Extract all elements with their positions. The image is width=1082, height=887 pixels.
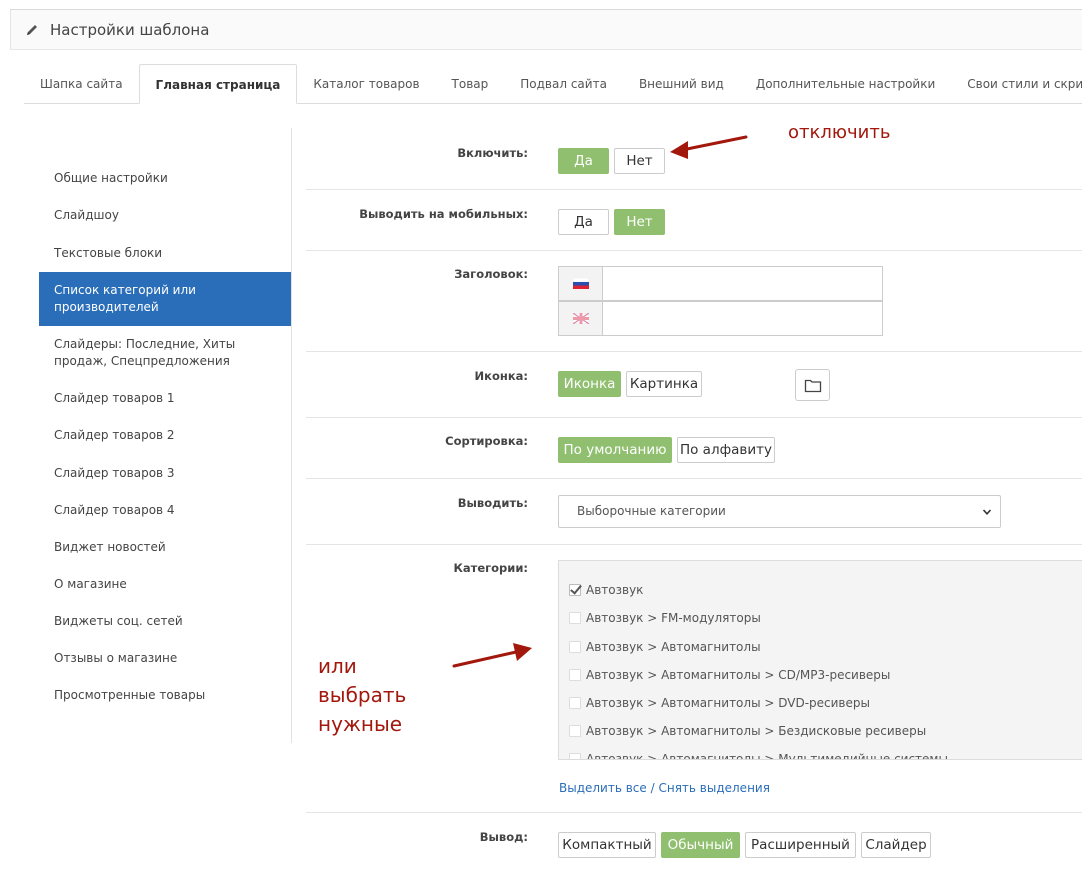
divider [306, 189, 1082, 190]
chevron-down-icon [982, 509, 992, 515]
category-item[interactable]: Автозвук > Автомагнитолы > CD/MP3-ресиве… [569, 668, 890, 682]
sidebar-item-product-slider-2[interactable]: Слайдер товаров 2 [39, 417, 291, 454]
sidebar-item-product-slider-3[interactable]: Слайдер товаров 3 [39, 454, 291, 492]
sidebar-item-category-list[interactable]: Список категорий или производителей [39, 272, 291, 326]
sidebar-item-text-blocks[interactable]: Текстовые блоки [39, 234, 291, 272]
display-label: Выводить: [457, 496, 528, 510]
folder-icon [804, 379, 821, 392]
view-label: Вывод: [479, 830, 528, 844]
folder-browse-button[interactable] [795, 369, 830, 401]
checkbox[interactable] [569, 697, 581, 709]
page-title: Настройки шаблона [50, 20, 210, 39]
view-normal-button[interactable]: Обычный [661, 832, 740, 858]
tab-footer[interactable]: Подвал сайта [504, 65, 623, 103]
sidebar-item-product-slider-4[interactable]: Слайдер товаров 4 [39, 492, 291, 529]
mobile-yes-button[interactable]: Да [558, 209, 609, 235]
categories-list[interactable]: Автозвук Автозвук > FM-модуляторы Автозв… [558, 560, 1082, 760]
view-slider-button[interactable]: Слайдер [861, 832, 931, 858]
checkbox[interactable] [569, 641, 581, 653]
tab-catalog[interactable]: Каталог товаров [297, 65, 435, 103]
sidebar: Общие настройки Слайдшоу Текстовые блоки… [39, 160, 291, 714]
annotation-arrow-icon [452, 643, 532, 668]
tab-appearance[interactable]: Внешний вид [623, 65, 740, 103]
sort-default-button[interactable]: По умолчанию [558, 437, 672, 463]
tab-site-header[interactable]: Шапка сайта [24, 65, 139, 103]
icon-label: Иконка: [474, 369, 528, 383]
checkbox[interactable] [569, 753, 581, 759]
select-all-link[interactable]: Выделить все [559, 781, 647, 795]
sidebar-item-store-reviews[interactable]: Отзывы о магазине [39, 640, 291, 677]
sidebar-item-sliders[interactable]: Слайдеры: Последние, Хиты продаж, Спецпр… [39, 326, 291, 380]
panel-heading: Настройки шаблона [10, 9, 1082, 50]
tab-custom-styles[interactable]: Свои стили и скрипты [951, 65, 1082, 103]
icon-option-image-button[interactable]: Картинка [626, 371, 702, 397]
divider [306, 250, 1082, 251]
pencil-icon [27, 24, 37, 35]
heading-label: Заголовок: [454, 267, 528, 281]
divider [306, 417, 1082, 418]
sidebar-item-slideshow[interactable]: Слайдшоу [39, 197, 291, 234]
flag-en-icon [558, 301, 602, 336]
sort-alpha-button[interactable]: По алфавиту [677, 437, 775, 463]
sidebar-divider [291, 128, 292, 743]
category-item[interactable]: Автозвук > Автомагнитолы > Бездисковые р… [569, 724, 926, 738]
sidebar-item-general[interactable]: Общие настройки [39, 160, 291, 197]
mobile-label: Выводить на мобильных: [359, 207, 528, 221]
annotation-arrow-icon [670, 135, 748, 159]
heading-input-ru[interactable] [602, 266, 883, 301]
checkbox[interactable] [569, 669, 581, 681]
display-select[interactable]: Выборочные категории [558, 495, 1001, 528]
category-item[interactable]: Автозвук > Автомагнитолы > Мультимедийны… [569, 752, 948, 759]
sidebar-item-social-widgets[interactable]: Виджеты соц. сетей [39, 603, 291, 640]
heading-input-en-group [558, 301, 883, 336]
divider [306, 351, 1082, 352]
divider [306, 478, 1082, 479]
tab-home-page[interactable]: Главная страница [138, 64, 298, 104]
divider [306, 544, 1082, 545]
category-item[interactable]: Автозвук > FM-модуляторы [569, 611, 761, 625]
category-item[interactable]: Автозвук > Автомагнитолы [569, 640, 761, 654]
view-compact-button[interactable]: Компактный [558, 832, 656, 858]
enable-no-button[interactable]: Нет [614, 148, 665, 174]
annotation-choose: или выбрать нужные [318, 654, 407, 736]
enable-yes-button[interactable]: Да [558, 148, 609, 174]
link-separator: / [646, 781, 659, 795]
sort-label: Сортировка: [445, 434, 528, 448]
mobile-no-button[interactable]: Нет [614, 209, 665, 235]
category-item[interactable]: Автозвук [569, 583, 643, 597]
enable-label: Включить: [457, 146, 528, 160]
tab-product[interactable]: Товар [436, 65, 505, 103]
categories-label: Категории: [453, 561, 528, 575]
checkbox-checked[interactable] [569, 584, 581, 596]
tab-bar: Шапка сайта Главная страница Каталог тов… [24, 64, 1082, 104]
checkbox[interactable] [569, 612, 581, 624]
divider [306, 812, 1082, 813]
display-select-value: Выборочные категории [577, 504, 726, 518]
selection-links: Выделить все / Снять выделения [559, 781, 770, 795]
sidebar-item-about-store[interactable]: О магазине [39, 566, 291, 603]
icon-option-icon-button[interactable]: Иконка [558, 371, 621, 397]
sidebar-item-news-widget[interactable]: Виджет новостей [39, 529, 291, 566]
heading-input-en[interactable] [602, 301, 883, 336]
heading-input-ru-group [558, 266, 883, 301]
deselect-all-link[interactable]: Снять выделения [658, 781, 769, 795]
checkbox[interactable] [569, 725, 581, 737]
category-item[interactable]: Автозвук > Автомагнитолы > DVD-ресиверы [569, 696, 870, 710]
sidebar-item-product-slider-1[interactable]: Слайдер товаров 1 [39, 380, 291, 417]
annotation-disable: отключить [788, 122, 891, 143]
view-extended-button[interactable]: Расширенный [745, 832, 856, 858]
sidebar-item-viewed-products[interactable]: Просмотренные товары [39, 677, 291, 714]
tab-additional-settings[interactable]: Дополнительные настройки [740, 65, 951, 103]
flag-ru-icon [558, 266, 602, 301]
